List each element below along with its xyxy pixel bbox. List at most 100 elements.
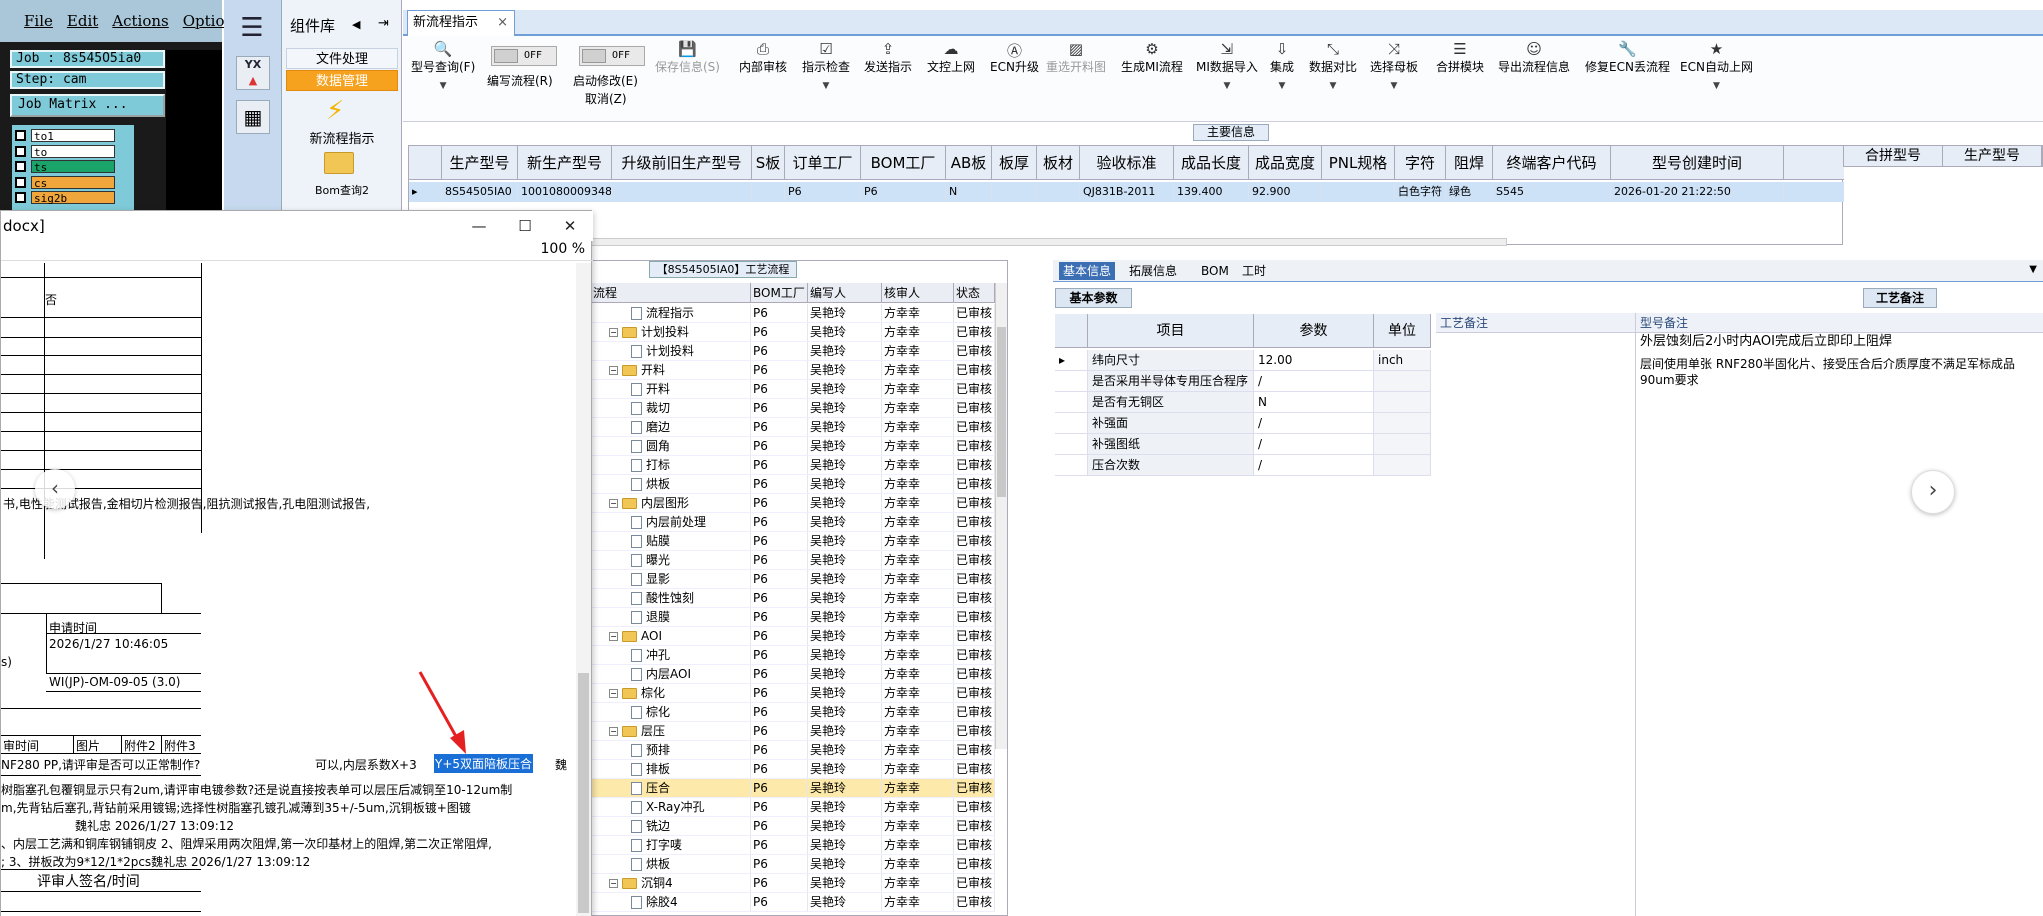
tree-node[interactable]: 内层AOI	[591, 665, 751, 683]
col-header[interactable]: S板	[752, 146, 785, 179]
tree-row[interactable]: − 沉铜4 P6 吴艳玲 方幸幸 已审核	[591, 874, 995, 893]
tree-row[interactable]: − 计划投料 P6 吴艳玲 方幸幸 已审核	[591, 323, 995, 342]
bom-query-item[interactable]: Bom查询2	[282, 182, 402, 198]
save-info-button[interactable]: 💾 保存信息(S)	[655, 40, 720, 75]
cell[interactable]	[1322, 182, 1395, 202]
data-management-button[interactable]: 数据管理	[286, 70, 398, 91]
cell[interactable]: P6	[861, 182, 946, 202]
tree-row[interactable]: − 开料 P6 吴艳玲 方幸幸 已审核	[591, 361, 995, 380]
hamburger-menu-icon[interactable]: ☰	[230, 10, 274, 46]
tree-row[interactable]: 除胶4 P6 吴艳玲 方幸幸 已审核	[591, 893, 995, 912]
tree-node[interactable]: 圆角	[591, 437, 751, 455]
tree-row[interactable]: 流程指示 P6 吴艳玲 方幸幸 已审核	[591, 304, 995, 323]
param-value[interactable]: N	[1254, 392, 1374, 412]
param-value[interactable]: 12.00	[1254, 350, 1374, 370]
next-arrow-button[interactable]: ›	[1911, 470, 1955, 514]
tab-basic-params[interactable]: 基本参数	[1055, 288, 1132, 308]
repair-ecn-button[interactable]: 🔧 修复ECN丢流程	[1585, 40, 1670, 75]
param-row[interactable]: 压合次数 /	[1055, 455, 1431, 476]
tree-node[interactable]: 裁切	[591, 399, 751, 417]
cell[interactable]: S545	[1493, 182, 1611, 202]
tree-node[interactable]: 显影	[591, 570, 751, 588]
menu-edit[interactable]: Edit	[67, 12, 98, 30]
col-header[interactable]: 型号创建时间	[1611, 146, 1784, 179]
cell[interactable]	[992, 182, 1037, 202]
reselect-img-button[interactable]: ▨ 重选开料图	[1046, 40, 1106, 75]
tree-node[interactable]: X-Ray冲孔	[591, 798, 751, 816]
minimize-button[interactable]: —	[457, 211, 501, 241]
cell[interactable]: 92.900	[1249, 182, 1322, 202]
tree-node[interactable]: 铣边	[591, 817, 751, 835]
scrollbar-thumb[interactable]	[997, 327, 1006, 497]
scrollbar-thumb[interactable]	[578, 673, 589, 913]
chevron-down-icon[interactable]: ▼	[411, 81, 475, 91]
upload-doc-button[interactable]: ☁ 文控上网	[927, 40, 975, 75]
layer-checkbox[interactable]	[15, 130, 26, 142]
lightning-icon[interactable]: ⚡	[326, 96, 344, 126]
edit-flow-toggle[interactable]: OFF	[491, 46, 557, 66]
tree-node[interactable]: 烘板	[591, 475, 751, 493]
tree-row[interactable]: 打标 P6 吴艳玲 方幸幸 已审核	[591, 456, 995, 475]
cell[interactable]	[752, 182, 785, 202]
col-header[interactable]: 生产型号	[1943, 146, 2042, 166]
cell[interactable]: QJ831B-2011	[1080, 182, 1174, 202]
tree-node[interactable]: − 计划投料	[591, 323, 751, 341]
tree-row[interactable]: 磨边 P6 吴艳玲 方幸幸 已审核	[591, 418, 995, 437]
tree-node[interactable]: 棕化	[591, 703, 751, 721]
col-header[interactable]: AB板	[946, 146, 992, 179]
col-header[interactable]: BOM工厂	[861, 146, 946, 179]
tree-row[interactable]: 圆角 P6 吴艳玲 方幸幸 已审核	[591, 437, 995, 456]
internal-review-button[interactable]: ⎙ 内部审核	[739, 40, 787, 75]
tree-row[interactable]: 酸性蚀刻 P6 吴艳玲 方幸幸 已审核	[591, 589, 995, 608]
pin-icon[interactable]: ⇥	[378, 16, 389, 31]
col-header[interactable]: 状态	[954, 283, 995, 302]
chevron-down-icon[interactable]: ▼	[2029, 264, 2037, 275]
col-header[interactable]: PNL规格	[1322, 146, 1395, 179]
col-header[interactable]: 合拼型号	[1844, 146, 1943, 166]
cell[interactable]: 绿色	[1446, 182, 1493, 202]
tab-work-hours[interactable]: 工时	[1238, 262, 1270, 280]
tree-node[interactable]: 曝光	[591, 551, 751, 569]
horizontal-scrollbar[interactable]	[437, 238, 1507, 246]
cell[interactable]: P6	[785, 182, 861, 202]
param-value[interactable]: /	[1254, 371, 1374, 391]
tab-basic-info[interactable]: 基本信息	[1059, 262, 1116, 280]
col-header[interactable]: 升级前旧生产型号	[612, 146, 752, 179]
tree-node[interactable]: − 开料	[591, 361, 751, 379]
expand-toggle-icon[interactable]: −	[609, 498, 618, 508]
cell[interactable]: 8S54505IA0	[442, 182, 518, 202]
table-row[interactable]: ▸ 8S54505IA0 10010800093484 P6 P6 N QJ83…	[409, 182, 1844, 202]
tree-row[interactable]: − AOI P6 吴艳玲 方幸幸 已审核	[591, 627, 995, 646]
cell[interactable]	[612, 182, 752, 202]
col-header[interactable]: 核审人	[882, 283, 954, 302]
cell[interactable]: 2026-01-20 21:22:50	[1611, 182, 1784, 202]
param-row[interactable]: 是否采用半导体专用压合程序 /	[1055, 371, 1431, 392]
col-header[interactable]: 阻焊	[1446, 146, 1493, 179]
tree-row[interactable]: − 内层图形 P6 吴艳玲 方幸幸 已审核	[591, 494, 995, 513]
prev-arrow-button[interactable]: ‹	[35, 469, 75, 509]
param-value[interactable]: /	[1254, 434, 1374, 454]
tree-node[interactable]: 打标	[591, 456, 751, 474]
export-flow-button[interactable]: ☺ 导出流程信息	[1498, 40, 1570, 75]
tree-node[interactable]: 开料	[591, 380, 751, 398]
tree-row[interactable]: 压合 P6 吴艳玲 方幸幸 已审核	[591, 779, 995, 798]
layer-checkbox[interactable]	[15, 192, 26, 204]
col-header[interactable]: 字符	[1395, 146, 1446, 179]
tree-row[interactable]: 预排 P6 吴艳玲 方幸幸 已审核	[591, 741, 995, 760]
maximize-button[interactable]: ☐	[503, 211, 547, 241]
job-matrix-button[interactable]: Job Matrix ...	[10, 94, 165, 117]
col-header[interactable]: 成品长度	[1174, 146, 1249, 179]
tab-extended-info[interactable]: 拓展信息	[1125, 262, 1181, 280]
tree-node[interactable]: − 棕化	[591, 684, 751, 702]
tree-node[interactable]: 打字唛	[591, 836, 751, 854]
layer-row[interactable]: sig2b	[15, 190, 131, 206]
calculator-icon[interactable]: ▦	[236, 100, 270, 134]
col-header[interactable]: 参数	[1254, 314, 1374, 347]
tab-process-notes[interactable]: 工艺备注	[1863, 288, 1937, 308]
expand-toggle-icon[interactable]: −	[609, 726, 618, 736]
chevron-down-icon[interactable]: ▼	[1680, 81, 1753, 91]
start-edit-toggle[interactable]: OFF	[579, 46, 645, 66]
layer-row[interactable]: ts	[15, 159, 131, 175]
chevron-down-icon[interactable]: ▼	[1270, 81, 1294, 91]
mi-import-button[interactable]: ⇲ MI数据导入 ▼	[1196, 40, 1258, 91]
